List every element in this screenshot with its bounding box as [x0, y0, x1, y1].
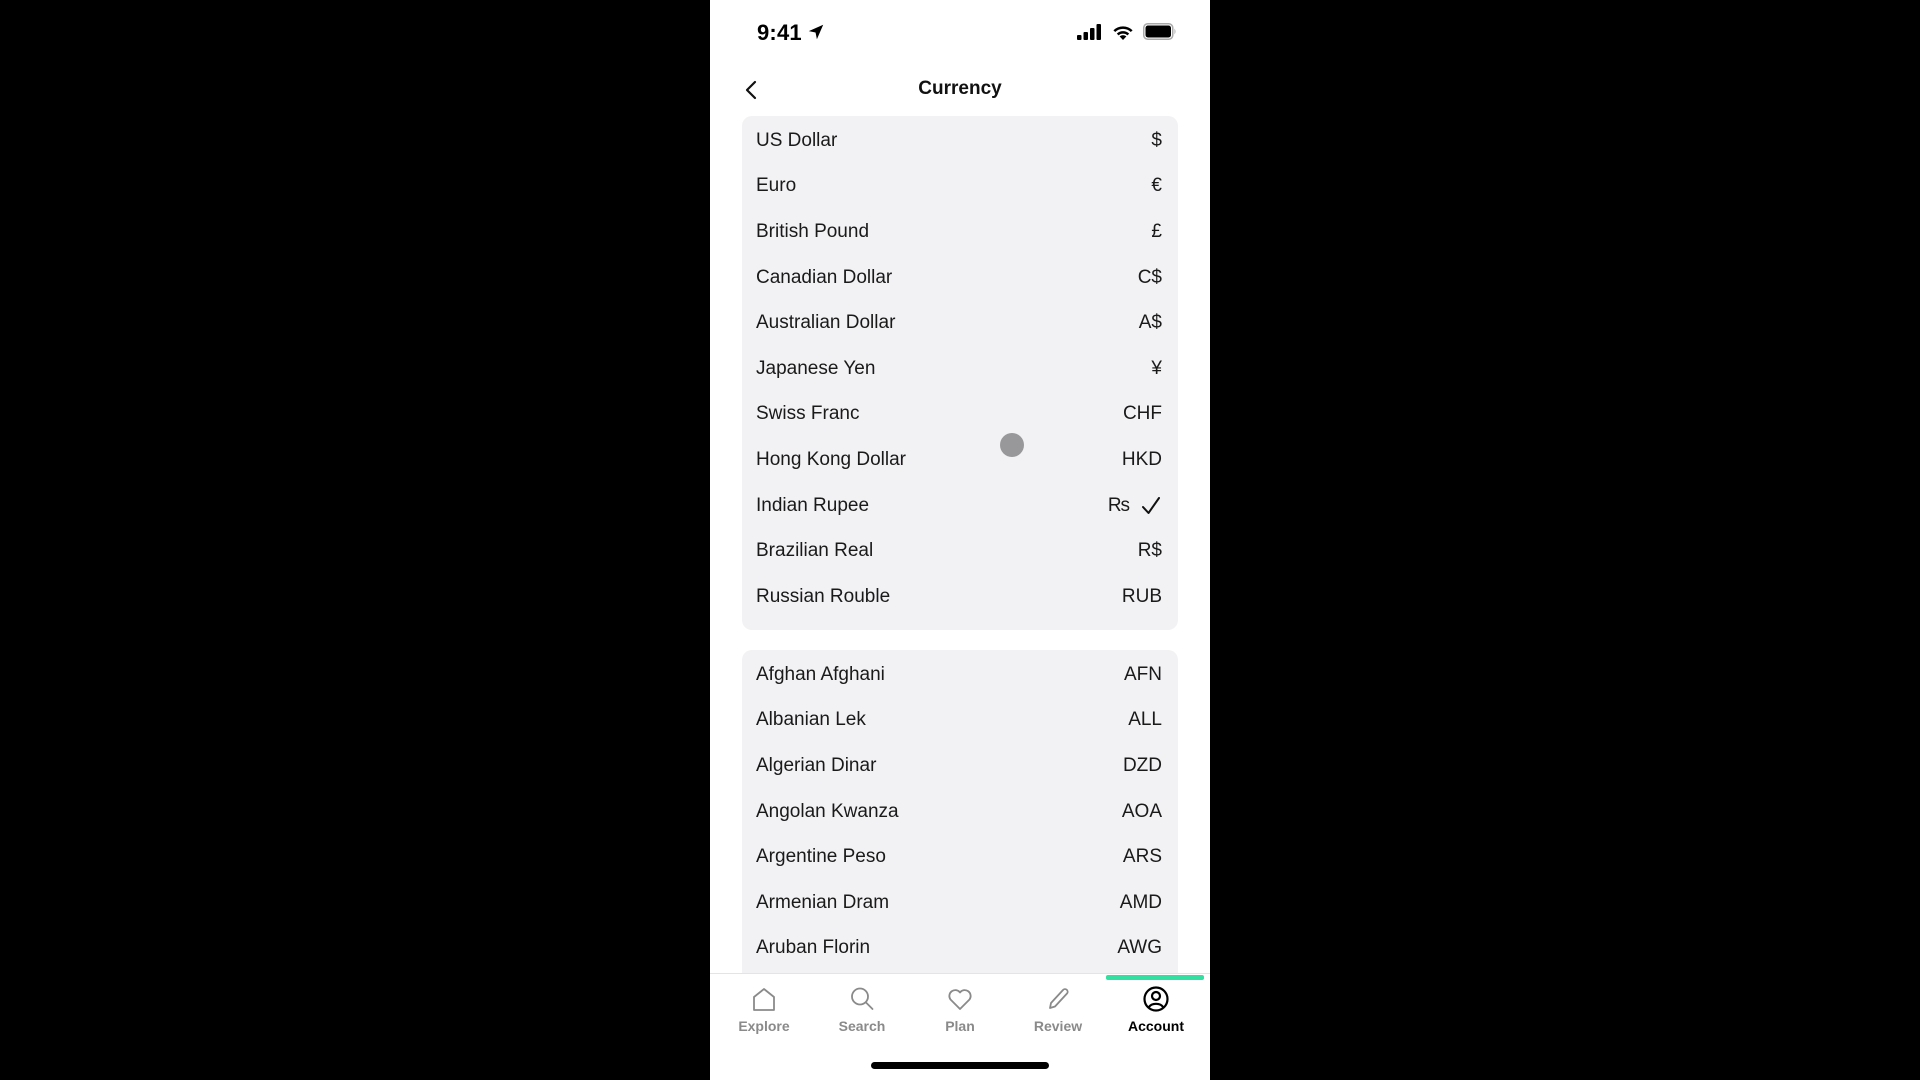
- currency-symbol: ALL: [1128, 709, 1162, 731]
- currency-row-hong-kong-dollar[interactable]: Hong Kong Dollar HKD: [742, 437, 1178, 483]
- currency-row-euro[interactable]: Euro €: [742, 164, 1178, 210]
- currency-row-australian-dollar[interactable]: Australian Dollar A$: [742, 300, 1178, 346]
- touch-indicator: [1000, 433, 1024, 457]
- currency-name: Brazilian Real: [756, 540, 874, 562]
- currency-symbol: ARS: [1122, 846, 1162, 868]
- currency-row-indian-rupee[interactable]: Indian Rupee ₨: [742, 483, 1178, 529]
- currency-row-aruban-florin[interactable]: Aruban Florin AWG: [742, 926, 1178, 972]
- currency-name: Argentine Peso: [756, 846, 886, 868]
- currency-symbol: AOA: [1121, 800, 1162, 822]
- tab-label: Account: [1128, 1018, 1184, 1034]
- tab-label: Explore: [738, 1018, 790, 1034]
- currency-symbol: AFN: [1124, 663, 1162, 685]
- currency-symbol: R$: [1137, 540, 1162, 562]
- currency-name: Aruban Florin: [756, 937, 871, 959]
- currency-symbol: HKD: [1121, 448, 1162, 470]
- currency-name: Hong Kong Dollar: [756, 448, 906, 470]
- search-icon: [851, 987, 874, 1010]
- tab-account[interactable]: Account: [1111, 984, 1201, 1034]
- currency-row-brazilian-real[interactable]: Brazilian Real R$: [742, 528, 1178, 574]
- tab-label: Plan: [945, 1018, 975, 1034]
- currency-symbol: RUB: [1121, 585, 1162, 607]
- home-icon: [753, 988, 775, 1011]
- currency-symbol: CHF: [1122, 403, 1162, 425]
- currency-row-russian-rouble[interactable]: Russian Rouble RUB: [742, 574, 1178, 620]
- home-indicator[interactable]: [871, 1062, 1049, 1069]
- currency-row-albanian-lek[interactable]: Albanian Lek ALL: [742, 698, 1178, 744]
- currency-row-japanese-yen[interactable]: Japanese Yen ¥: [742, 346, 1178, 392]
- currency-name: Swiss Franc: [756, 403, 860, 425]
- currency-symbol: ₨: [1107, 494, 1130, 516]
- page-title: Currency: [918, 78, 1002, 99]
- currency-name: Japanese Yen: [756, 357, 876, 379]
- currency-symbol: AWG: [1117, 937, 1162, 959]
- currency-row-armenian-dram[interactable]: Armenian Dram AMD: [742, 880, 1178, 926]
- currency-name: Armenian Dram: [756, 891, 890, 913]
- currency-symbol: $: [1151, 129, 1162, 151]
- currency-row-afghan-afghani[interactable]: Afghan Afghani AFN: [742, 652, 1178, 698]
- nav-bar: Currency: [710, 66, 1210, 112]
- account-icon: [1143, 986, 1169, 1012]
- currency-row-argentine-peso[interactable]: Argentine Peso ARS: [742, 834, 1178, 880]
- all-currencies-list: Afghan Afghani AFN Albanian Lek ALL Alge…: [742, 650, 1178, 992]
- currency-symbol: ¥: [1151, 357, 1162, 379]
- currency-symbol: A$: [1138, 312, 1162, 334]
- currency-symbol: €: [1151, 175, 1162, 197]
- tab-explore[interactable]: Explore: [719, 984, 809, 1034]
- currency-row-british-pound[interactable]: British Pound £: [742, 209, 1178, 255]
- checkmark-icon: [1142, 496, 1160, 514]
- phone-screen: 9:41 Currency US Dollar $ Euro € British…: [710, 0, 1210, 1080]
- currency-symbol: AMD: [1119, 891, 1162, 913]
- currency-symbol: C$: [1137, 266, 1162, 288]
- currency-row-swiss-franc[interactable]: Swiss Franc CHF: [742, 392, 1178, 438]
- currency-name: Albanian Lek: [756, 709, 866, 731]
- status-time: 9:41: [757, 20, 802, 45]
- status-bar: 9:41: [710, 0, 1210, 60]
- currency-name: Angolan Kwanza: [756, 800, 899, 822]
- currency-name: Afghan Afghani: [756, 663, 885, 685]
- tab-label: Search: [838, 1018, 886, 1034]
- popular-currencies-list: US Dollar $ Euro € British Pound £ Canad…: [742, 116, 1178, 630]
- currency-symbol: DZD: [1122, 754, 1162, 776]
- currency-row-us-dollar[interactable]: US Dollar $: [742, 118, 1178, 164]
- currency-name: British Pound: [756, 220, 870, 242]
- currency-name: Algerian Dinar: [756, 754, 877, 776]
- currency-name: Canadian Dollar: [756, 266, 893, 288]
- currency-name: Euro: [756, 175, 797, 197]
- cellular-signal-icon: [1077, 23, 1101, 40]
- currency-name: Russian Rouble: [756, 585, 891, 607]
- currency-name: US Dollar: [756, 129, 838, 151]
- currency-name: Australian Dollar: [756, 312, 896, 334]
- tab-plan[interactable]: Plan: [915, 984, 1005, 1034]
- wifi-icon: [1113, 26, 1133, 40]
- heart-icon: [948, 989, 972, 1010]
- pencil-icon: [1049, 988, 1069, 1009]
- tab-search[interactable]: Search: [817, 984, 907, 1034]
- status-icons: [1077, 23, 1177, 40]
- battery-icon: [1143, 23, 1176, 40]
- currency-name: Indian Rupee: [756, 494, 870, 516]
- currency-row-algerian-dinar[interactable]: Algerian Dinar DZD: [742, 743, 1178, 789]
- currency-row-angolan-kwanza[interactable]: Angolan Kwanza AOA: [742, 789, 1178, 835]
- currency-symbol: £: [1151, 220, 1162, 242]
- tab-label: Review: [1033, 1018, 1083, 1034]
- currency-row-canadian-dollar[interactable]: Canadian Dollar C$: [742, 255, 1178, 301]
- tab-review[interactable]: Review: [1013, 984, 1103, 1034]
- location-arrow-icon: [808, 24, 824, 40]
- active-tab-indicator: [1106, 975, 1204, 980]
